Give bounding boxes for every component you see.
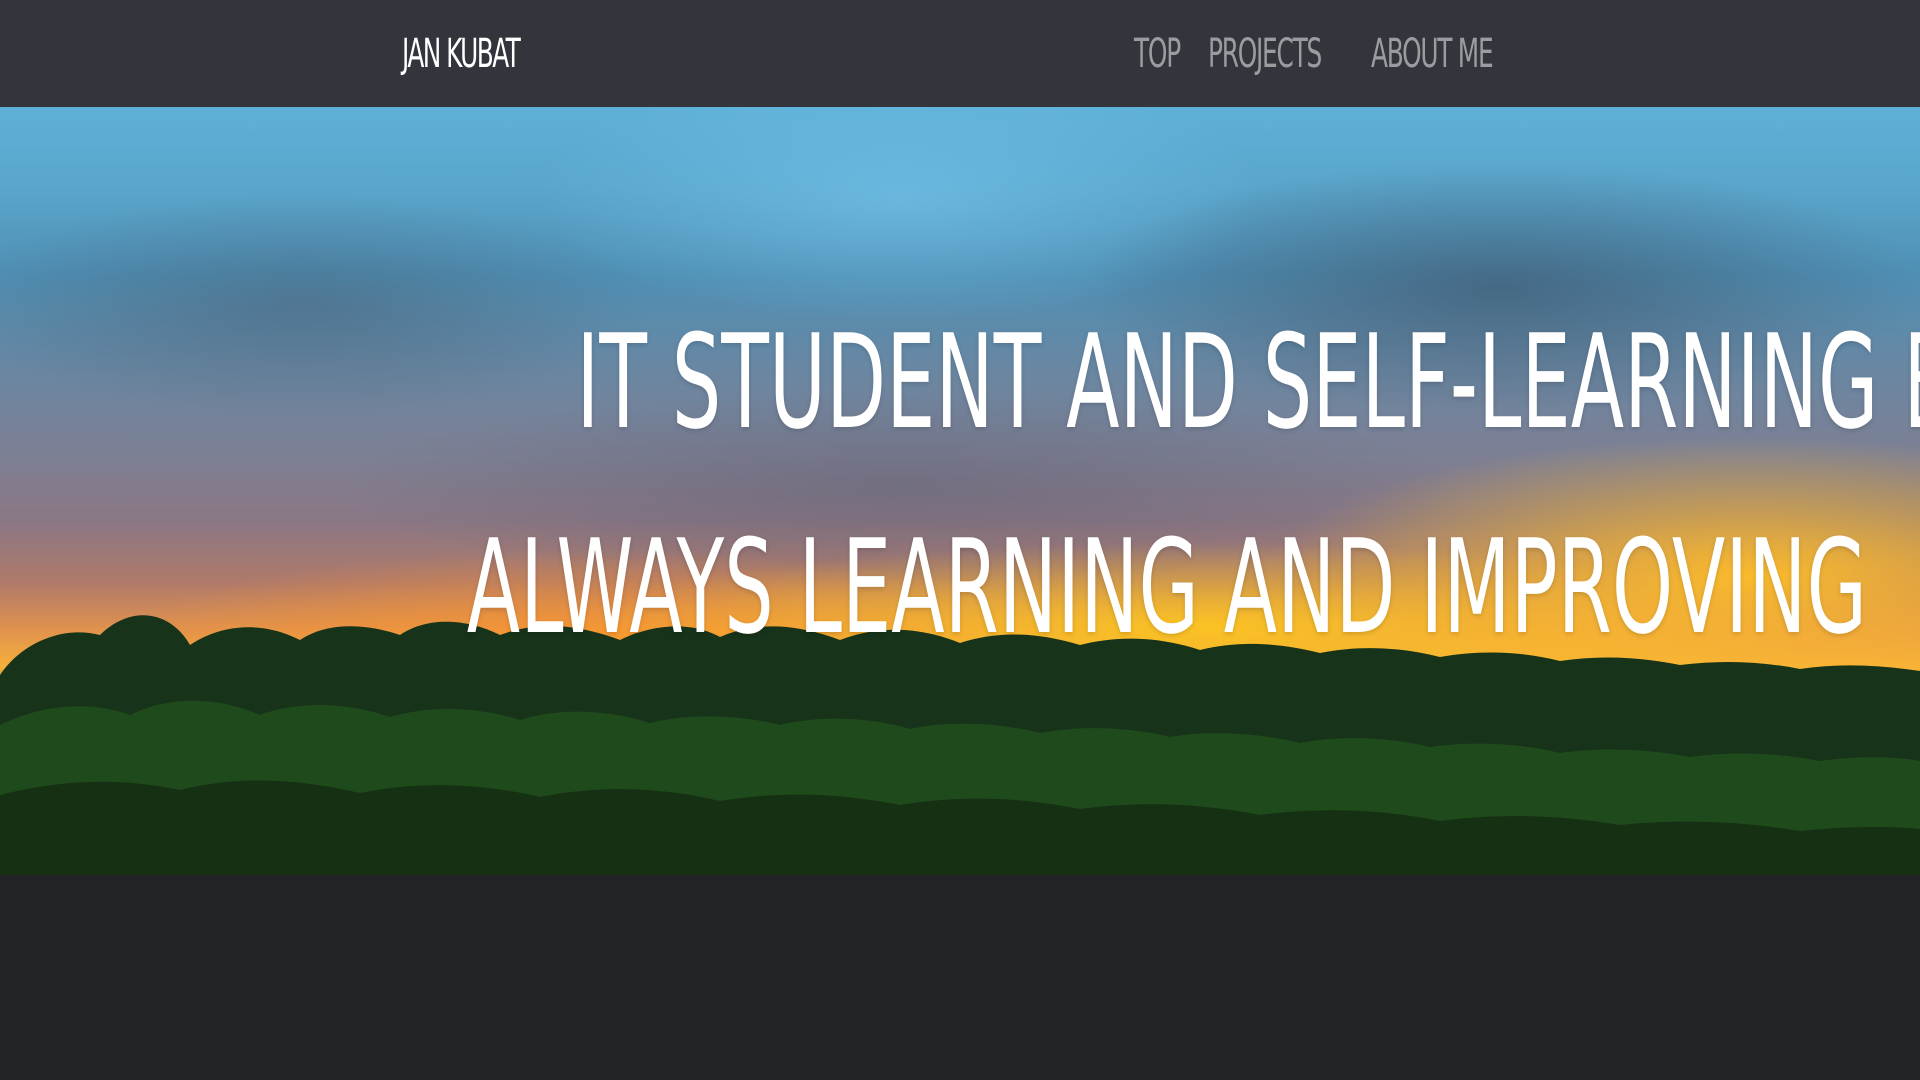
- top-navbar: JAN KUBAT TOP PROJECTS ABOUT ME: [0, 0, 1920, 107]
- page-background: [0, 875, 1920, 1080]
- hero-banner: IT STUDENT AND SELF-LEARNING ENGINEER AL…: [0, 107, 1920, 875]
- nav-link-top[interactable]: TOP: [1134, 28, 1181, 80]
- hero-subheadline: ALWAYS LEARNING AND IMPROVING: [466, 511, 1868, 663]
- site-brand[interactable]: JAN KUBAT: [402, 28, 521, 80]
- hero-headline: IT STUDENT AND SELF-LEARNING ENGINEER: [576, 306, 1920, 458]
- nav-link-about-me[interactable]: ABOUT ME: [1371, 28, 1494, 80]
- nav-link-projects[interactable]: PROJECTS: [1208, 28, 1322, 80]
